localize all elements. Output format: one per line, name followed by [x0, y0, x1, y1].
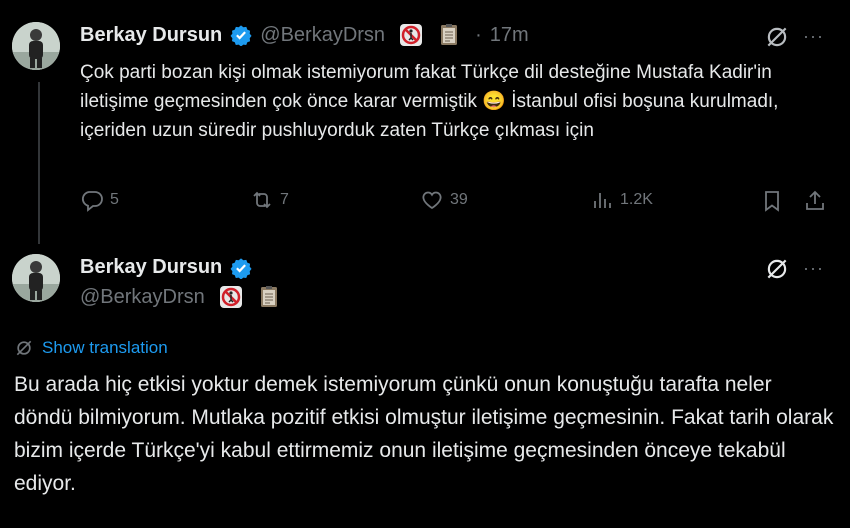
- more-options-icon[interactable]: ···: [803, 258, 824, 279]
- handle[interactable]: @BerkayDrsn: [80, 286, 205, 309]
- no-entry-figure-icon: [400, 24, 423, 46]
- grok-icon[interactable]: [764, 24, 790, 50]
- reply-icon: [81, 191, 103, 212]
- clipboard-icon: [260, 286, 277, 307]
- verified-badge-icon: [230, 25, 252, 46]
- display-name[interactable]: Berkay Dursun: [80, 256, 222, 279]
- analytics-icon: [594, 193, 611, 208]
- tweet-header: Berkay Dursun @BerkayDrsn · 17m: [80, 23, 529, 47]
- show-translation-link[interactable]: Show translation: [14, 338, 168, 358]
- repost-button[interactable]: 7: [250, 188, 289, 212]
- reply-count: 5: [110, 191, 119, 208]
- grok-icon[interactable]: [764, 256, 790, 282]
- repost-count: 7: [280, 191, 289, 208]
- tweet-text: Çok parti bozan kişi olmak istemiyorum f…: [80, 62, 779, 141]
- translate-icon: [16, 340, 32, 356]
- repost-icon: [253, 191, 271, 209]
- clipboard-icon: [441, 24, 458, 45]
- like-count: 39: [450, 191, 468, 208]
- view-count: 1.2K: [620, 191, 653, 208]
- share-icon[interactable]: [803, 189, 827, 213]
- handle[interactable]: @BerkayDrsn: [260, 24, 385, 47]
- dot-separator: ·: [475, 23, 482, 46]
- views-button[interactable]: 1.2K: [590, 188, 653, 212]
- bookmark-icon[interactable]: [760, 189, 784, 213]
- timestamp[interactable]: 17m: [490, 24, 529, 47]
- no-entry-figure-icon: [219, 286, 242, 308]
- thread-line: [38, 82, 40, 244]
- like-button[interactable]: 39: [420, 188, 468, 212]
- avatar[interactable]: [12, 254, 60, 302]
- show-translation-label[interactable]: Show translation: [42, 338, 168, 358]
- heart-icon: [422, 191, 442, 210]
- reply-button[interactable]: 5: [80, 188, 119, 212]
- tweet-header: Berkay Dursun: [80, 256, 252, 279]
- tweet-text: Bu arada hiç etkisi yoktur demek istemiy…: [14, 373, 834, 495]
- handle-row: @BerkayDrsn: [80, 285, 281, 309]
- more-options-icon[interactable]: ···: [803, 26, 824, 47]
- display-name[interactable]: Berkay Dursun: [80, 24, 222, 47]
- avatar[interactable]: [12, 22, 60, 70]
- verified-badge-icon: [230, 257, 252, 279]
